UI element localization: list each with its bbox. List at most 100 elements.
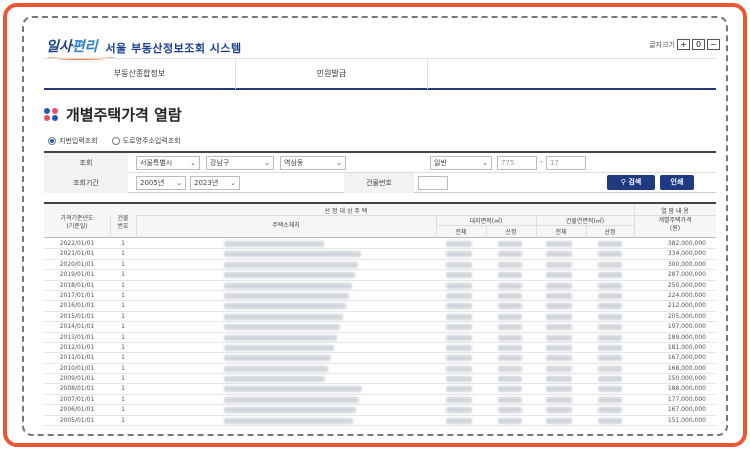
cell-building-number: 1 xyxy=(121,323,125,331)
cell-building-number: 1 xyxy=(121,333,125,341)
table-row: 2012/01/01 1 181,000,000 xyxy=(44,343,716,354)
cell-address-redacted xyxy=(224,333,344,343)
building-number-input[interactable] xyxy=(418,176,448,190)
table-row: 2020/01/01 1 300,000,000 xyxy=(44,260,716,271)
cell-land-calc-redacted xyxy=(498,282,522,289)
cell-land-total-redacted xyxy=(446,313,472,320)
radio-label: 지번입력조회 xyxy=(59,137,98,145)
cell-date: 2011/01/01 xyxy=(59,354,95,362)
cell-date: 2008/01/01 xyxy=(59,385,95,393)
san-type-select[interactable]: 일반 ⌄ xyxy=(430,156,492,170)
cell-date: 2013/01/01 xyxy=(59,333,95,341)
cell-land-total-redacted xyxy=(446,241,472,247)
cell-date: 2005/01/01 xyxy=(59,416,95,424)
font-size-reset-button[interactable]: 0 xyxy=(692,39,705,50)
print-button[interactable]: 인쇄 xyxy=(660,175,694,190)
cell-bldg-calc-redacted xyxy=(598,282,622,289)
cell-address-redacted xyxy=(224,260,358,270)
nav-item-real-estate-info[interactable]: 부동산종합정보 xyxy=(44,59,236,89)
year-from-value: 2005년 xyxy=(140,179,165,187)
year-from-select[interactable]: 2005년 ⌄ xyxy=(136,176,186,190)
cell-price: 197,000,000 xyxy=(667,323,706,331)
dong-value: 역삼동 xyxy=(284,159,304,167)
cell-land-total-redacted xyxy=(446,324,472,331)
cell-date: 2020/01/01 xyxy=(59,260,95,268)
cell-bldg-calc-redacted xyxy=(598,376,622,383)
cell-building-number: 1 xyxy=(121,395,125,403)
search-panel: 조회 서울특별시 ⌄ 강남구 ⌄ 역삼동 ⌄ 일반 ⌄ 775 - 17 조회기… xyxy=(44,151,716,193)
cell-land-total-redacted xyxy=(446,292,472,299)
cell-address-redacted xyxy=(224,374,344,384)
cell-bldg-total-redacted xyxy=(546,272,572,279)
font-size-decrease-button[interactable]: − xyxy=(707,39,720,50)
cell-bldg-calc-redacted xyxy=(598,292,622,299)
cell-land-calc-redacted xyxy=(498,324,522,331)
cell-bldg-calc-redacted xyxy=(598,313,622,320)
cell-bldg-calc-redacted xyxy=(598,251,622,258)
year-to-select[interactable]: 2023년 ⌄ xyxy=(190,176,240,190)
cell-building-number: 1 xyxy=(121,250,125,258)
cell-land-total-redacted xyxy=(446,334,472,341)
cell-bldg-total-redacted xyxy=(546,324,572,331)
cell-bldg-calc-redacted xyxy=(598,241,622,247)
price-table: 산 정 대 상 주 택 열 람 내 용 가격기준년도 (기준일) 건물 번호 주… xyxy=(44,202,716,434)
site-title: 서울 부동산정보조회 시스템 xyxy=(105,42,242,55)
cell-address-redacted xyxy=(224,416,353,426)
cell-land-total-redacted xyxy=(446,396,472,403)
font-size-increase-button[interactable]: + xyxy=(677,39,690,50)
cell-building-number: 1 xyxy=(121,291,125,299)
chevron-down-icon: ⌄ xyxy=(190,159,196,167)
radio-lot-number[interactable]: 지번입력조회 xyxy=(48,136,98,146)
cell-bldg-total-redacted xyxy=(546,407,572,414)
col-header-date: 가격기준년도 (기준일) xyxy=(60,215,94,230)
cell-land-total-redacted xyxy=(446,303,472,310)
cell-address-redacted xyxy=(224,343,344,353)
cell-address-redacted xyxy=(224,395,359,405)
cell-bldg-calc-redacted xyxy=(598,396,622,403)
outer-frame: 일사 편리 서울 부동산정보조회 시스템 글자크기 + 0 − 부동산종합정보 … xyxy=(3,3,747,447)
cell-price: 177,000,000 xyxy=(667,395,706,403)
top-nav: 부동산종합정보 민원발급 xyxy=(44,58,716,90)
cell-bldg-calc-redacted xyxy=(598,324,622,331)
cell-bldg-calc-redacted xyxy=(598,355,622,362)
bonbun-input[interactable]: 775 xyxy=(497,156,537,170)
cell-land-calc-redacted xyxy=(498,355,522,362)
cell-land-total-redacted xyxy=(446,417,472,424)
table-row: 2015/01/01 1 205,000,000 xyxy=(44,312,716,323)
cell-price: 167,000,000 xyxy=(667,406,706,414)
site-logo[interactable]: 일사 편리 서울 부동산정보조회 시스템 xyxy=(46,36,242,60)
san-type-value: 일반 xyxy=(434,159,447,167)
table-row: 2010/01/01 1 168,000,000 xyxy=(44,364,716,375)
sido-select[interactable]: 서울특별시 ⌄ xyxy=(136,156,200,170)
cell-date: 2018/01/01 xyxy=(59,281,95,289)
sigungu-select[interactable]: 강남구 ⌄ xyxy=(206,156,274,170)
cell-bldg-total-redacted xyxy=(546,261,572,268)
search-button-label: 검색 xyxy=(628,178,642,186)
cell-date: 2022/01/01 xyxy=(59,240,95,247)
cell-date: 2012/01/01 xyxy=(59,343,95,351)
cell-land-total-redacted xyxy=(446,272,472,279)
cell-bldg-calc-redacted xyxy=(598,303,622,310)
cell-building-number: 1 xyxy=(121,271,125,279)
nav-item-civil-service[interactable]: 민원발급 xyxy=(236,59,428,89)
dong-select[interactable]: 역삼동 ⌄ xyxy=(280,156,346,170)
radio-road-address[interactable]: 도로명주소입력조회 xyxy=(111,136,181,146)
cell-address-redacted xyxy=(224,384,362,394)
bubun-input[interactable]: 17 xyxy=(546,156,586,170)
cell-price: 189,000,000 xyxy=(667,333,706,341)
cell-bldg-total-redacted xyxy=(546,241,572,247)
radio-dot-icon xyxy=(111,137,120,145)
cell-address-redacted xyxy=(224,301,346,311)
table-row: 2021/01/01 1 334,000,000 xyxy=(44,249,716,260)
cell-price: 167,000,000 xyxy=(667,354,706,362)
table-row: 2008/01/01 1 188,000,000 xyxy=(44,384,716,395)
table-row: 2005/01/01 1 151,000,000 xyxy=(44,416,716,427)
col-header-building-number: 건물 번호 xyxy=(117,215,129,230)
search-row-location: 조회 서울특별시 ⌄ 강남구 ⌄ 역삼동 ⌄ 일반 ⌄ 775 - 17 xyxy=(44,153,716,173)
col-header-bldg-total: 전체 xyxy=(555,229,567,236)
cell-building-number: 1 xyxy=(121,343,125,351)
search-button[interactable]: ⚲ 검색 xyxy=(607,175,655,190)
table-row: 2013/01/01 1 189,000,000 xyxy=(44,333,716,343)
cell-bldg-calc-redacted xyxy=(598,261,622,268)
col-header-bldg-calc: 산정 xyxy=(604,229,616,236)
